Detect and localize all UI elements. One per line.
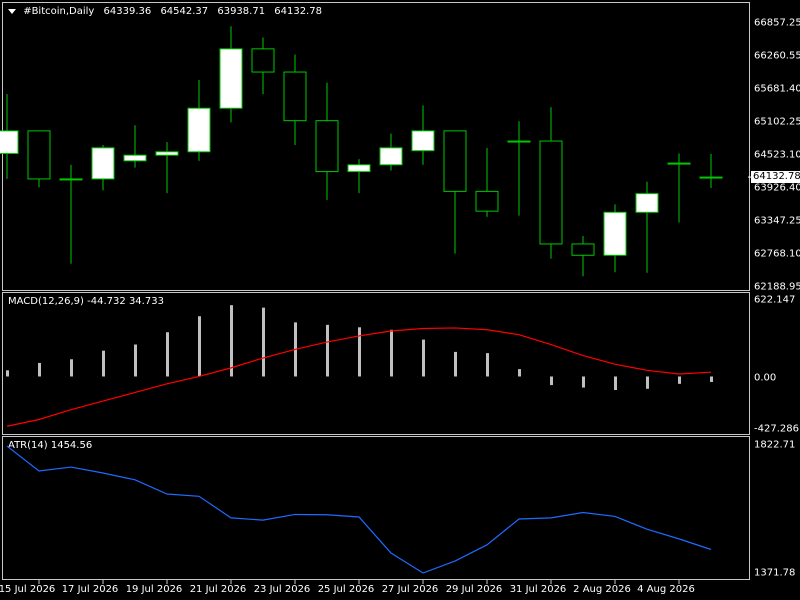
- bull-candle: [0, 130, 19, 154]
- macd-histogram-bar: [710, 376, 713, 382]
- bull-candle: [667, 162, 691, 165]
- date-axis-label: 17 Jul 2026: [61, 584, 119, 595]
- macd-histogram-bar: [262, 307, 265, 377]
- date-axis-label: 25 Jul 2026: [317, 584, 375, 595]
- macd-histogram-bar: [646, 376, 649, 389]
- macd-histogram-bar: [6, 370, 9, 377]
- macd-histogram-bar: [198, 316, 201, 377]
- macd-histogram-bar: [518, 369, 521, 377]
- bull-candle: [219, 48, 243, 109]
- macd-histogram-bar: [326, 324, 329, 377]
- bull-candle: [347, 164, 371, 173]
- date-axis-label: 21 Jul 2026: [189, 584, 247, 595]
- bear-candle: [283, 71, 307, 122]
- price-axis-label: 64523.10: [754, 149, 800, 161]
- bull-candle: [603, 211, 627, 256]
- bull-candle: [155, 151, 179, 156]
- date-axis-label: 2 Aug 2026: [573, 584, 631, 595]
- bull-candle: [699, 176, 723, 179]
- macd-histogram-bar: [358, 327, 361, 377]
- chart-canvas: [0, 26, 752, 584]
- macd-histogram-bar: [422, 339, 425, 377]
- macd-histogram-bar: [230, 305, 233, 377]
- atr-axis-label: 1822.71: [754, 439, 796, 451]
- macd-histogram-bar: [38, 362, 41, 377]
- bear-candle: [443, 130, 467, 192]
- bear-candle: [539, 140, 563, 245]
- price-axis-label: 62768.10: [754, 248, 800, 260]
- macd-histogram-bar: [70, 359, 73, 377]
- macd-histogram-bar: [614, 376, 617, 390]
- bull-candle: [91, 147, 115, 180]
- bear-candle: [571, 243, 595, 256]
- date-axis-label: 29 Jul 2026: [445, 584, 503, 595]
- macd-histogram-bar: [550, 376, 553, 386]
- price-axis-label: 65102.25: [754, 116, 800, 128]
- price-axis-label: 66857.25: [754, 17, 800, 29]
- macd-histogram-bar: [486, 353, 489, 377]
- bull-candle: [187, 107, 211, 153]
- price-axis-label: 63347.25: [754, 215, 800, 227]
- current-price-tag: 64132.78: [751, 171, 800, 183]
- price-axis-label: 65681.40: [754, 83, 800, 95]
- bull-candle: [59, 178, 83, 181]
- bull-candle: [411, 130, 435, 152]
- bear-candle: [251, 48, 275, 73]
- macd-axis-label: 0.00: [754, 372, 777, 384]
- macd-histogram-bar: [134, 344, 137, 377]
- atr-axis-label: 1371.78: [754, 567, 796, 579]
- date-axis-label: 15 Jul 2026: [0, 584, 56, 595]
- macd-histogram-bar: [678, 376, 681, 384]
- date-axis-label: 19 Jul 2026: [125, 584, 183, 595]
- bull-candle: [507, 140, 531, 143]
- price-axis-label: 66260.55: [754, 50, 800, 62]
- bear-candle: [475, 190, 499, 212]
- macd-axis-label: -427.286: [754, 423, 799, 435]
- date-axis-label: 27 Jul 2026: [381, 584, 439, 595]
- bear-candle: [27, 130, 51, 180]
- macd-histogram-bar: [582, 376, 585, 388]
- price-axis-label: 62188.95: [754, 281, 800, 293]
- date-axis-label: 31 Jul 2026: [509, 584, 567, 595]
- bull-candle: [635, 193, 659, 213]
- macd-histogram-bar: [454, 351, 457, 377]
- bull-candle: [123, 154, 147, 162]
- macd-histogram-bar: [166, 332, 169, 377]
- date-axis-label: 23 Jul 2026: [253, 584, 311, 595]
- price-axis-label: 63926.40: [754, 182, 800, 194]
- atr-line: [6, 445, 712, 574]
- macd-histogram-bar: [102, 350, 105, 377]
- macd-axis-label: 622.147: [754, 294, 796, 306]
- macd-histogram-bar: [390, 329, 393, 377]
- date-axis-label: 4 Aug 2026: [637, 584, 695, 595]
- bull-candle: [379, 147, 403, 166]
- bear-candle: [315, 120, 339, 173]
